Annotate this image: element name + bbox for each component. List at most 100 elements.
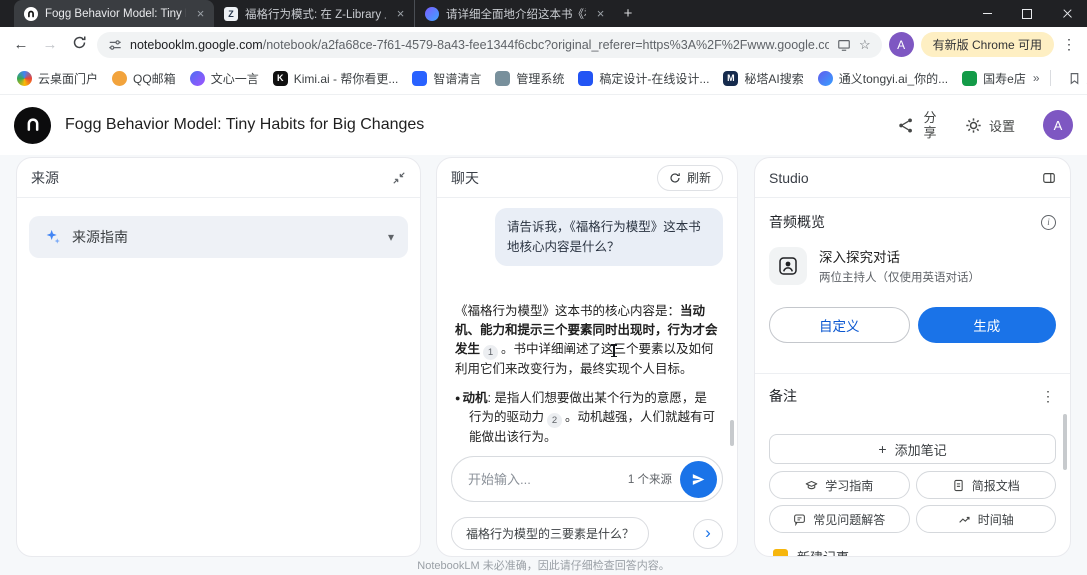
studio-panel-title: Studio bbox=[769, 170, 809, 186]
chevron-down-icon[interactable]: ▾ bbox=[388, 230, 394, 244]
bookmark-item[interactable]: QQ邮箱 bbox=[105, 70, 183, 87]
timeline-chip[interactable]: 时间轴 bbox=[916, 505, 1057, 533]
window-close-button[interactable] bbox=[1047, 0, 1087, 27]
maximize-button[interactable] bbox=[1007, 0, 1047, 27]
notes-title: 备注 bbox=[769, 386, 797, 406]
bookmarks-bar: 云桌面门户 QQ邮箱 文心一言 KKimi.ai - 帮你看更... 智谱清言 … bbox=[0, 62, 1087, 95]
tab-notebooklm[interactable]: Fogg Behavior Model: Tiny H × bbox=[14, 0, 214, 27]
document-icon bbox=[952, 479, 965, 492]
bookmark-item[interactable]: 稿定设计-在线设计... bbox=[571, 70, 716, 87]
bookmark-label: 稿定设计-在线设计... bbox=[599, 70, 709, 87]
tab-zlibrary[interactable]: Z 福格行为模式: 在 Z-Library 上 × bbox=[214, 0, 414, 27]
new-note-item[interactable]: 新建记事 bbox=[773, 547, 1052, 557]
url-text[interactable]: notebooklm.google.com/notebook/a2fa68ce-… bbox=[130, 38, 829, 52]
source-guide-card[interactable]: 来源指南 ▾ bbox=[29, 216, 408, 258]
refresh-chat-button[interactable]: 刷新 bbox=[657, 165, 723, 191]
tab-favicon bbox=[425, 7, 439, 21]
suggested-question-chip[interactable]: 福格行为模型的三要素是什么？ bbox=[451, 517, 649, 550]
wenxin-favicon bbox=[190, 71, 205, 86]
bookmark-label: 云桌面门户 bbox=[38, 70, 98, 87]
share-button[interactable]: 分享 bbox=[897, 110, 937, 140]
faq-chip[interactable]: 常见问题解答 bbox=[769, 505, 910, 533]
tune-icon[interactable] bbox=[108, 38, 122, 52]
info-icon[interactable]: i bbox=[1041, 215, 1056, 230]
deep-dive-title: 深入探究对话 bbox=[819, 246, 980, 266]
notes-menu-icon[interactable]: ⋮ bbox=[1040, 388, 1056, 405]
citation-badge[interactable]: 2 bbox=[547, 413, 562, 428]
bookmark-item[interactable]: 通义tongyi.ai_你的... bbox=[811, 70, 955, 87]
collapse-panel-icon[interactable] bbox=[392, 171, 406, 185]
bookmark-item[interactable]: M秘塔AI搜索 bbox=[716, 70, 810, 87]
bookmark-label: QQ邮箱 bbox=[133, 70, 176, 87]
browser-profile-avatar[interactable]: A bbox=[889, 32, 914, 57]
bookmark-item[interactable]: 国寿e店 bbox=[955, 70, 1033, 87]
tab-strip: Fogg Behavior Model: Tiny H × Z 福格行为模式: … bbox=[14, 0, 642, 27]
reload-icon[interactable] bbox=[68, 35, 90, 54]
toggle-panel-icon[interactable] bbox=[1042, 171, 1056, 185]
bookmark-item[interactable]: KKimi.ai - 帮你看更... bbox=[266, 70, 406, 87]
sources-panel: 来源 来源指南 ▾ bbox=[16, 157, 421, 557]
tongyi-favicon bbox=[818, 71, 833, 86]
citation-badge[interactable]: 1 bbox=[483, 345, 498, 360]
audio-buttons: 自定义 生成 bbox=[755, 285, 1070, 343]
chat-scrollbar[interactable] bbox=[730, 420, 734, 446]
study-guide-chip[interactable]: 学习指南 bbox=[769, 471, 910, 499]
next-suggestion-button[interactable]: › bbox=[693, 519, 723, 549]
guoshou-favicon bbox=[962, 71, 977, 86]
notes-header: 备注 ⋮ bbox=[755, 374, 1070, 414]
studio-panel-header: Studio bbox=[755, 158, 1070, 198]
forward-icon[interactable]: → bbox=[39, 36, 61, 53]
user-avatar[interactable]: A bbox=[1043, 110, 1073, 140]
bookmark-item[interactable]: 智谱清言 bbox=[405, 70, 488, 87]
minimize-button[interactable] bbox=[967, 0, 1007, 27]
all-bookmarks-button[interactable]: 所有书签 bbox=[1061, 70, 1087, 87]
chip-label: 常见问题解答 bbox=[813, 511, 885, 528]
gaoding-favicon bbox=[578, 71, 593, 86]
tab-close-icon[interactable]: × bbox=[593, 6, 608, 21]
bookmark-item[interactable]: 云桌面门户 bbox=[10, 70, 105, 87]
back-icon[interactable]: ← bbox=[10, 36, 32, 53]
chip-label: 时间轴 bbox=[978, 511, 1014, 528]
tab-close-icon[interactable]: × bbox=[193, 6, 208, 21]
text-cursor-pointer bbox=[613, 344, 615, 357]
settings-button[interactable]: 设置 bbox=[965, 116, 1015, 135]
add-note-button[interactable]: + 添加笔记 bbox=[769, 434, 1056, 464]
zlibrary-favicon: Z bbox=[224, 7, 238, 21]
chip-label: 学习指南 bbox=[825, 477, 873, 494]
bookmark-label: 文心一言 bbox=[211, 70, 259, 87]
send-to-devices-icon[interactable] bbox=[837, 38, 851, 52]
address-bar[interactable]: notebooklm.google.com/notebook/a2fa68ce-… bbox=[97, 32, 882, 58]
bookmark-label: 通义tongyi.ai_你的... bbox=[839, 70, 948, 87]
answer-text: 《福格行为模型》这本书的核心内容是： bbox=[455, 304, 680, 318]
suggestion-row: 福格行为模型的三要素是什么？ › bbox=[451, 517, 723, 550]
share-label: 分享 bbox=[923, 110, 937, 140]
notebooklm-favicon bbox=[24, 7, 38, 21]
briefing-doc-chip[interactable]: 简报文档 bbox=[916, 471, 1057, 499]
bookmark-item[interactable]: 文心一言 bbox=[183, 70, 266, 87]
chat-input[interactable] bbox=[468, 472, 620, 487]
trending-line-icon bbox=[958, 513, 971, 526]
main-content: 来源 来源指南 ▾ 聊天 刷新 请告诉我，《福格行为模型》这本书地核心内容是什么… bbox=[0, 155, 1087, 575]
chat-bubble-icon bbox=[793, 513, 806, 526]
new-tab-button[interactable]: + bbox=[614, 0, 642, 27]
tab-book-intro[interactable]: 请详细全面地介绍这本书《福 × bbox=[414, 0, 614, 27]
bookmark-label: Kimi.ai - 帮你看更... bbox=[294, 70, 399, 87]
user-message-bubble: 请告诉我，《福格行为模型》这本书地核心内容是什么？ bbox=[495, 208, 723, 266]
note-icon bbox=[773, 549, 788, 557]
customize-button[interactable]: 自定义 bbox=[769, 307, 910, 343]
bookmarks-overflow-icon[interactable]: » bbox=[1033, 71, 1040, 85]
studio-scrollbar[interactable] bbox=[1063, 414, 1067, 470]
tab-close-icon[interactable]: × bbox=[393, 6, 408, 21]
chrome-update-button[interactable]: 有新版 Chrome 可用 bbox=[921, 32, 1054, 57]
send-button[interactable] bbox=[680, 461, 717, 498]
bookmark-item[interactable]: 管理系统 bbox=[488, 70, 571, 87]
generate-button[interactable]: 生成 bbox=[918, 307, 1057, 343]
answer-bullet: ●动机: 是指人们想要做出某个行为的意愿，是行为的驱动力2。动机越强，人们就越有… bbox=[455, 389, 719, 447]
notebook-title[interactable]: Fogg Behavior Model: Tiny Habits for Big… bbox=[65, 116, 424, 134]
browser-menu-icon[interactable]: ⋮ bbox=[1061, 36, 1077, 53]
chat-scroll-area[interactable]: 请告诉我，《福格行为模型》这本书地核心内容是什么？ 《福格行为模型》这本书的核心… bbox=[437, 208, 737, 557]
bookmark-star-icon[interactable]: ☆ bbox=[859, 37, 871, 53]
note-type-chips: 学习指南 简报文档 常见问题解答 时间轴 bbox=[769, 471, 1056, 533]
url-path: /notebook/a2fa68ce-7f61-4579-8a43-fee134… bbox=[263, 38, 829, 52]
deep-dive-card[interactable]: 深入探究对话 两位主持人（仅使用英语对话） bbox=[755, 242, 1070, 285]
